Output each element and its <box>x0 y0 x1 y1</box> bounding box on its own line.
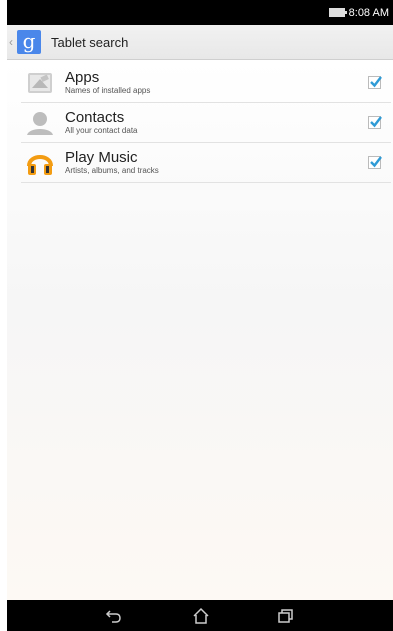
checkmark-icon <box>370 76 382 88</box>
contacts-icon <box>25 108 55 138</box>
recents-icon[interactable] <box>275 606 295 626</box>
status-bar: 8:08 AM <box>7 0 393 25</box>
up-chevron-icon[interactable]: ‹ <box>7 35 15 49</box>
page-title: Tablet search <box>51 34 129 50</box>
list-item-subtitle: Names of installed apps <box>65 86 151 95</box>
list-item-subtitle: Artists, albums, and tracks <box>65 166 159 175</box>
contacts-checkbox[interactable] <box>368 116 382 129</box>
action-bar[interactable]: ‹ g Tablet search <box>7 25 393 60</box>
google-g-icon[interactable]: g <box>17 30 41 54</box>
battery-icon <box>328 8 347 17</box>
screen: 8:08 AM ‹ g Tablet search Apps Names of … <box>0 0 393 631</box>
checkmark-icon <box>370 116 382 128</box>
play-music-icon <box>25 148 55 178</box>
list-item-subtitle: All your contact data <box>65 126 138 135</box>
list-item-title: Play Music <box>65 149 138 166</box>
apps-checkbox[interactable] <box>368 76 382 89</box>
search-sources-list: Apps Names of installed apps Contacts Al… <box>7 61 393 600</box>
checkmark-icon <box>370 156 382 168</box>
play-music-checkbox[interactable] <box>368 156 382 169</box>
home-icon[interactable] <box>191 606 211 626</box>
list-item-apps[interactable]: Apps Names of installed apps <box>21 63 391 103</box>
list-item-play-music[interactable]: Play Music Artists, albums, and tracks <box>21 143 391 183</box>
list-item-title: Apps <box>65 69 100 86</box>
apps-icon <box>25 68 55 98</box>
status-time: 8:08 AM <box>348 6 389 19</box>
list-item-title: Contacts <box>65 109 125 126</box>
back-icon[interactable] <box>104 606 124 626</box>
navigation-bar <box>7 600 393 631</box>
left-bezel <box>0 0 7 631</box>
list-item-contacts[interactable]: Contacts All your contact data <box>21 103 391 143</box>
